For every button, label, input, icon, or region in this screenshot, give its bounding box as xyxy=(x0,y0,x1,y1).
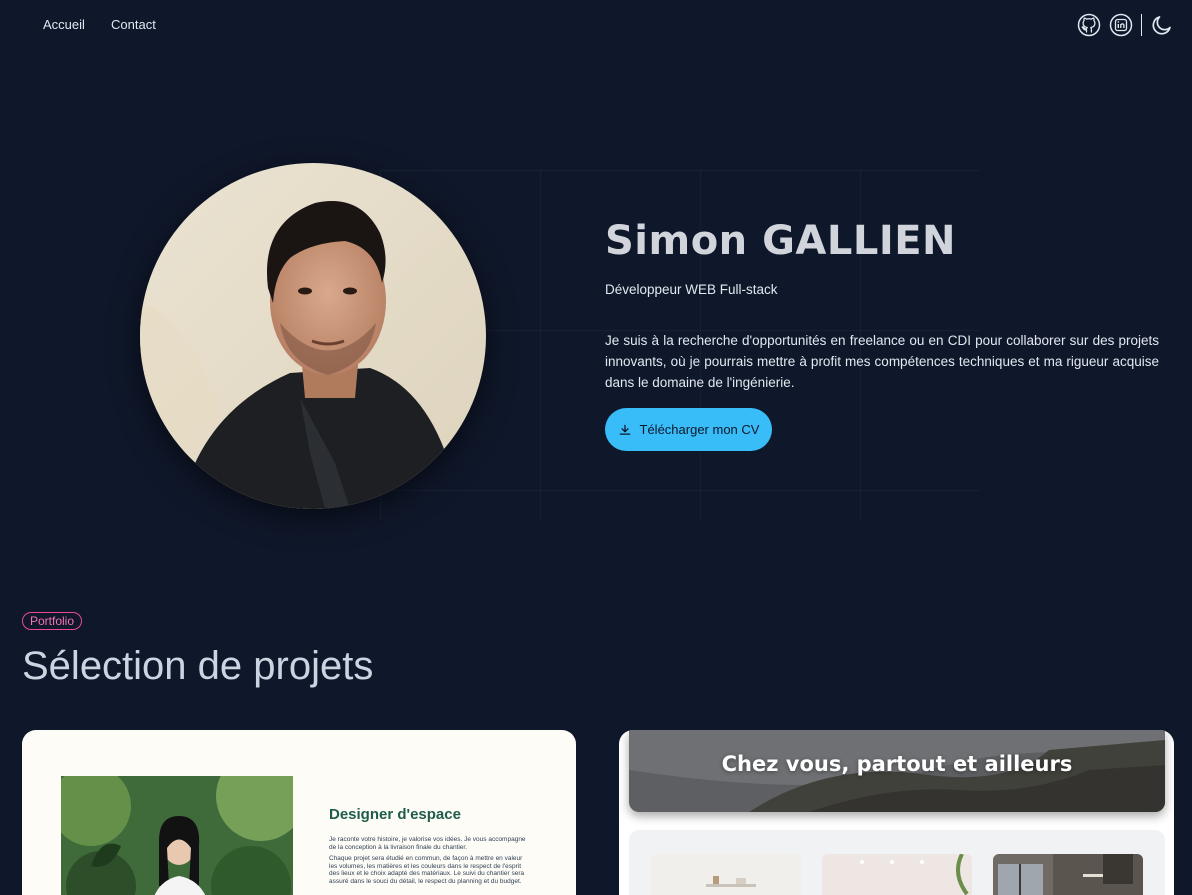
hero-description: Je suis à la recherche d'opportunités en… xyxy=(605,333,1159,390)
hero-name: Simon GALLIEN xyxy=(605,218,957,264)
profile-photo xyxy=(140,163,486,509)
project-banner: Chez vous, partout et ailleurs xyxy=(629,730,1165,812)
gallery-thumbnail[interactable] xyxy=(822,854,972,895)
github-icon[interactable] xyxy=(1077,13,1101,37)
portfolio-badge: Portfolio xyxy=(22,612,83,630)
download-cv-button[interactable]: Télécharger mon CV xyxy=(605,408,772,451)
nav-icon-group xyxy=(1077,13,1174,37)
section-title: Sélection de projets xyxy=(22,644,374,688)
project-card-paragraph: Chaque projet sera étudié en commun, de … xyxy=(329,855,525,885)
download-cv-label: Télécharger mon CV xyxy=(639,422,760,437)
gallery-thumbnail[interactable] xyxy=(993,854,1143,895)
linkedin-icon[interactable] xyxy=(1109,13,1133,37)
nav-link-accueil[interactable]: Accueil xyxy=(43,17,85,32)
project-card-heading: Designer d'espace xyxy=(329,806,461,823)
top-navbar: Accueil Contact xyxy=(0,0,1192,52)
nav-divider xyxy=(1141,14,1142,36)
project-card-designer[interactable]: Designer d'espace Je raconte votre histo… xyxy=(22,730,576,895)
project-card-chez-vous[interactable]: Chez vous, partout et ailleurs xyxy=(619,730,1174,895)
moon-icon[interactable] xyxy=(1150,13,1174,37)
download-icon xyxy=(619,424,630,435)
project-gallery xyxy=(629,830,1165,895)
project-card-paragraph: Je raconte votre histoire, je valorise v… xyxy=(329,836,526,851)
nav-link-contact[interactable]: Contact xyxy=(111,17,156,32)
gallery-thumbnail[interactable] xyxy=(651,854,801,895)
project-banner-heading: Chez vous, partout et ailleurs xyxy=(721,752,1073,776)
hero-role: Développeur WEB Full-stack xyxy=(605,282,778,297)
project-card-text: Je raconte votre histoire, je valorise v… xyxy=(329,836,529,889)
project-preview-photo xyxy=(61,776,293,895)
